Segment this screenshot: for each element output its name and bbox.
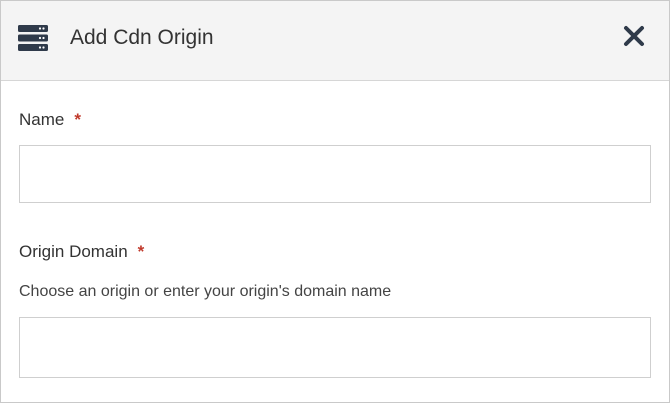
origin-domain-label: Origin Domain * [19,242,144,262]
origin-domain-input[interactable] [19,317,651,378]
origin-domain-label-text: Origin Domain [19,242,128,261]
name-input[interactable] [19,145,651,203]
name-label: Name * [19,110,81,130]
required-marker: * [74,110,81,129]
required-marker: * [137,242,145,261]
close-icon[interactable] [623,25,645,47]
server-stack-icon [18,25,48,51]
dialog-header: Add Cdn Origin [1,1,669,81]
add-cdn-origin-dialog: Add Cdn Origin Name * Origin Domain * Choo… [0,0,670,403]
name-label-text: Name [19,110,65,129]
origin-domain-help-text: Choose an origin or enter your origin's … [19,283,392,300]
dialog-title: Add Cdn Origin [70,26,214,49]
